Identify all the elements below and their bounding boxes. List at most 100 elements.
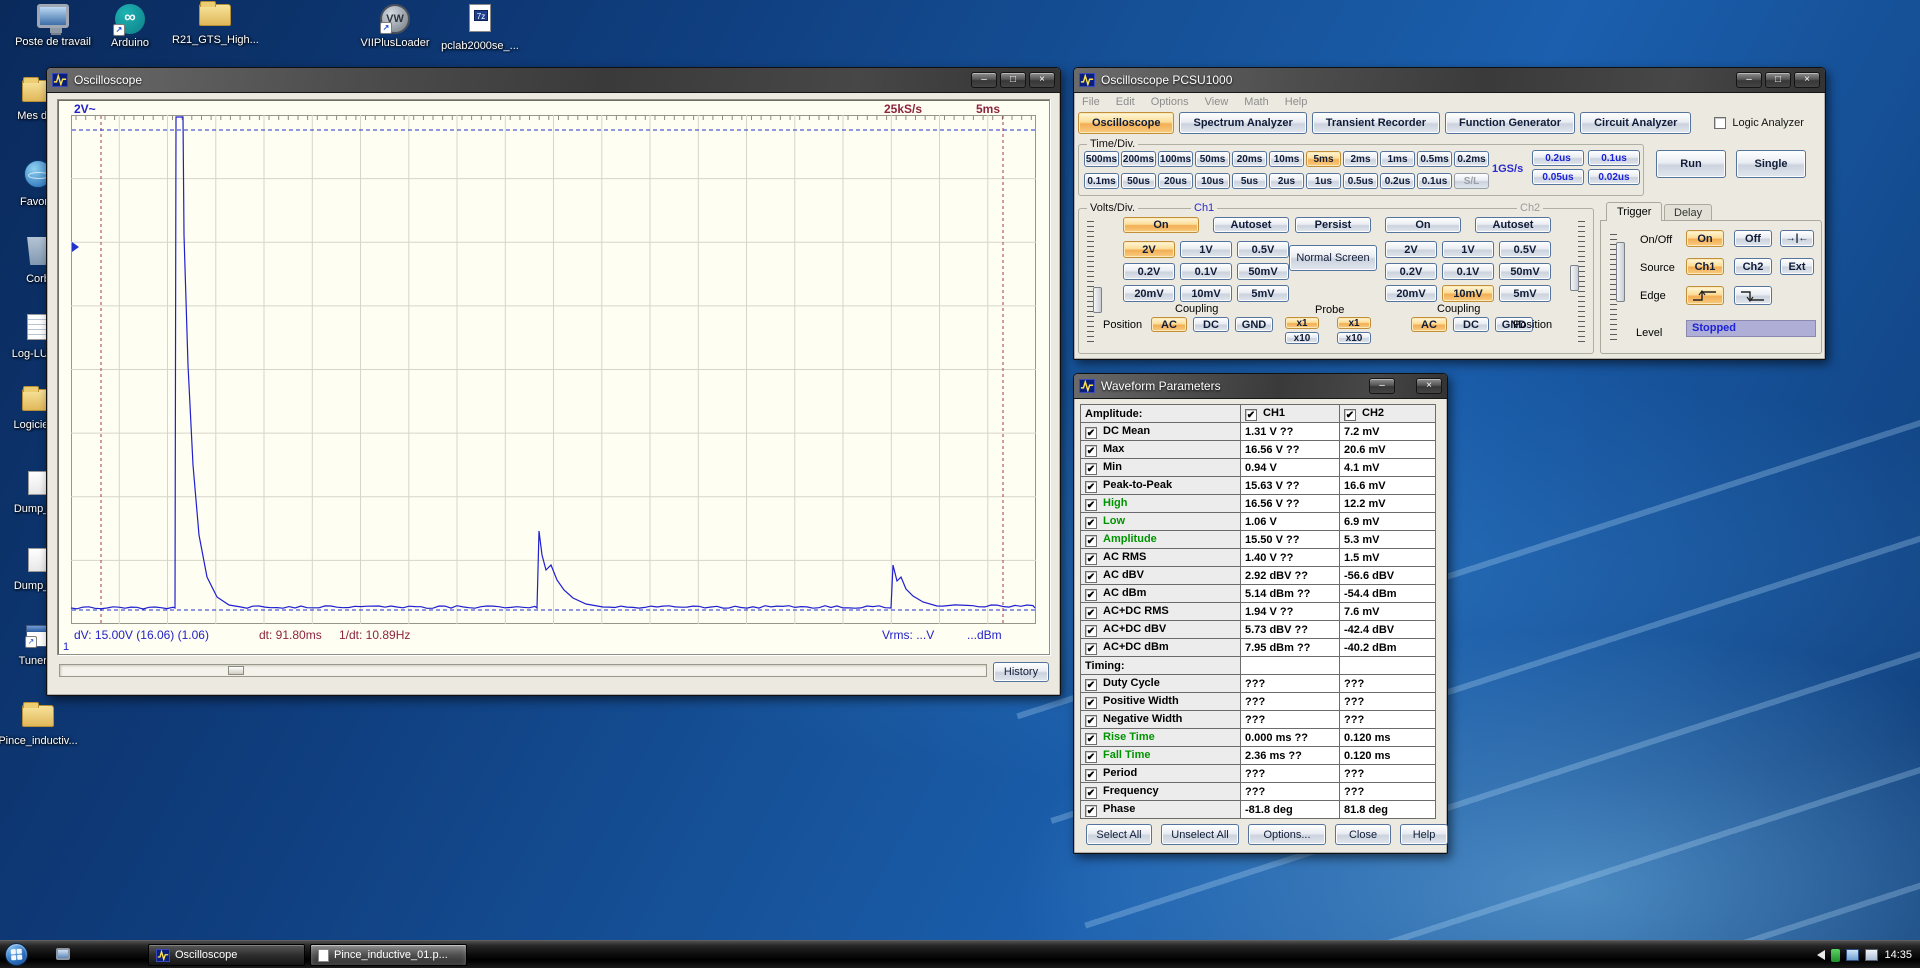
param-checkbox-duty-cycle[interactable]: ✔ bbox=[1085, 679, 1097, 691]
ch1-volts-0-5v-button[interactable]: 0.5V bbox=[1237, 241, 1289, 258]
param-checkbox-fall-time[interactable]: ✔ bbox=[1085, 751, 1097, 763]
timediv-20ms-button[interactable]: 20ms bbox=[1232, 151, 1267, 167]
close-button[interactable]: × bbox=[1794, 72, 1820, 88]
menu-options[interactable]: Options bbox=[1151, 96, 1189, 108]
ch2-position-slider[interactable] bbox=[1578, 217, 1585, 345]
desktop-icon-pclab2000se[interactable]: 7zpclab2000se_... bbox=[437, 4, 523, 53]
unselect-all-button[interactable]: Unselect All bbox=[1161, 824, 1239, 845]
show-desktop-icon[interactable] bbox=[56, 948, 70, 960]
help-button[interactable]: Help bbox=[1400, 824, 1448, 845]
timediv-5us-button[interactable]: 5us bbox=[1232, 173, 1267, 189]
ch2-volts-50mv-button[interactable]: 50mV bbox=[1499, 263, 1551, 280]
param-checkbox-amplitude[interactable]: ✔ bbox=[1085, 535, 1097, 547]
maximize-button[interactable]: □ bbox=[1765, 72, 1791, 88]
ch2-column-checkbox[interactable]: ✔ bbox=[1344, 409, 1356, 421]
timediv-10ms-button[interactable]: 10ms bbox=[1269, 151, 1304, 167]
ch1-on-button[interactable]: On bbox=[1123, 217, 1199, 233]
timediv-0-1us-button[interactable]: 0.1us bbox=[1417, 173, 1452, 189]
trigger-auto-button[interactable]: →|← bbox=[1780, 230, 1814, 247]
param-checkbox-ac-dc-dbv[interactable]: ✔ bbox=[1085, 625, 1097, 637]
ch2-volts-2v-button[interactable]: 2V bbox=[1385, 241, 1437, 258]
desktop-icon-viiplusloader[interactable]: VWVIIPlusLoader bbox=[352, 4, 438, 50]
timediv-0-02us-button[interactable]: 0.02us bbox=[1588, 169, 1640, 185]
ch1-autoset-button[interactable]: Autoset bbox=[1213, 217, 1289, 233]
taskbar-task-pince-inductive-01-p[interactable]: Pince_inductive_01.p... bbox=[310, 944, 467, 966]
tab-function-generator[interactable]: Function Generator bbox=[1445, 112, 1575, 134]
timediv-20us-button[interactable]: 20us bbox=[1158, 173, 1193, 189]
network-icon[interactable] bbox=[1846, 949, 1859, 961]
desktop-icon-pince-inductiv[interactable]: Pince_inductiv... bbox=[0, 705, 81, 748]
minimize-button[interactable]: – bbox=[1369, 378, 1395, 394]
timediv-0-2ms-button[interactable]: 0.2ms bbox=[1454, 151, 1489, 167]
oscilloscope-titlebar[interactable]: Oscilloscope – □ × bbox=[47, 68, 1060, 93]
ch2-volts-0-1v-button[interactable]: 0.1V bbox=[1442, 263, 1494, 280]
history-button[interactable]: History bbox=[993, 662, 1049, 682]
ch1-volts-0-2v-button[interactable]: 0.2V bbox=[1123, 263, 1175, 280]
ch1-volts-10mv-button[interactable]: 10mV bbox=[1180, 285, 1232, 302]
timediv-50ms-button[interactable]: 50ms bbox=[1195, 151, 1230, 167]
ch1-position-handle[interactable] bbox=[1093, 287, 1102, 313]
ch2-volts-0-2v-button[interactable]: 0.2V bbox=[1385, 263, 1437, 280]
ch2-probe-x1-button[interactable]: x1 bbox=[1337, 317, 1371, 329]
timediv-10us-button[interactable]: 10us bbox=[1195, 173, 1230, 189]
options-button[interactable]: Options... bbox=[1248, 824, 1326, 845]
ch1-coupling-dc-button[interactable]: DC bbox=[1193, 317, 1229, 332]
ch1-coupling-gnd-button[interactable]: GND bbox=[1235, 317, 1273, 332]
ch2-volts-1v-button[interactable]: 1V bbox=[1442, 241, 1494, 258]
ch2-position-handle[interactable] bbox=[1570, 265, 1579, 291]
timediv-50us-button[interactable]: 50us bbox=[1121, 173, 1156, 189]
ch1-probe-x10-button[interactable]: x10 bbox=[1285, 332, 1319, 344]
close-button-footer[interactable]: Close bbox=[1335, 824, 1391, 845]
param-checkbox-high[interactable]: ✔ bbox=[1085, 499, 1097, 511]
param-checkbox-dc-mean[interactable]: ✔ bbox=[1085, 427, 1097, 439]
timediv-5ms-button[interactable]: 5ms bbox=[1306, 151, 1341, 167]
ch1-probe-x1-button[interactable]: x1 bbox=[1285, 317, 1319, 329]
logic-analyzer-option[interactable]: Logic Analyzer bbox=[1714, 117, 1804, 129]
maximize-button[interactable]: □ bbox=[1000, 72, 1026, 88]
timediv-0-5us-button[interactable]: 0.5us bbox=[1343, 173, 1378, 189]
tab-oscilloscope[interactable]: Oscilloscope bbox=[1078, 112, 1174, 134]
ch2-coupling-ac-button[interactable]: AC bbox=[1411, 317, 1447, 332]
trigger-source-ch1-button[interactable]: Ch1 bbox=[1686, 258, 1724, 275]
tab-spectrum-analyzer[interactable]: Spectrum Analyzer bbox=[1179, 112, 1306, 134]
ch1-volts-50mv-button[interactable]: 50mV bbox=[1237, 263, 1289, 280]
ch2-volts-20mv-button[interactable]: 20mV bbox=[1385, 285, 1437, 302]
select-all-button[interactable]: Select All bbox=[1086, 824, 1152, 845]
trigger-on-button[interactable]: On bbox=[1686, 230, 1724, 247]
param-checkbox-ac-dbm[interactable]: ✔ bbox=[1085, 589, 1097, 601]
ch2-volts-0-5v-button[interactable]: 0.5V bbox=[1499, 241, 1551, 258]
param-checkbox-ac-dc-rms[interactable]: ✔ bbox=[1085, 607, 1097, 619]
ch2-autoset-button[interactable]: Autoset bbox=[1475, 217, 1551, 233]
pcsu1000-titlebar[interactable]: Oscilloscope PCSU1000 – □ × bbox=[1074, 68, 1825, 93]
ch2-volts-10mv-button[interactable]: 10mV bbox=[1442, 285, 1494, 302]
param-checkbox-positive-width[interactable]: ✔ bbox=[1085, 697, 1097, 709]
close-button[interactable]: × bbox=[1416, 378, 1442, 394]
desktop-icon-poste-de-travail[interactable]: Poste de travail bbox=[10, 4, 96, 49]
param-checkbox-ac-rms[interactable]: ✔ bbox=[1085, 553, 1097, 565]
ch2-on-button[interactable]: On bbox=[1385, 217, 1461, 233]
persist-button[interactable]: Persist bbox=[1295, 217, 1371, 233]
timediv-2ms-button[interactable]: 2ms bbox=[1343, 151, 1378, 167]
param-checkbox-peak-to-peak[interactable]: ✔ bbox=[1085, 481, 1097, 493]
param-checkbox-period[interactable]: ✔ bbox=[1085, 769, 1097, 781]
timediv-500ms-button[interactable]: 500ms bbox=[1084, 151, 1119, 167]
display-icon[interactable] bbox=[1865, 949, 1878, 961]
waveform-parameters-titlebar[interactable]: Waveform Parameters – × bbox=[1074, 374, 1447, 399]
tab-circuit-analyzer[interactable]: Circuit Analyzer bbox=[1580, 112, 1691, 134]
ch1-coupling-ac-button[interactable]: AC bbox=[1151, 317, 1187, 332]
menu-math[interactable]: Math bbox=[1244, 96, 1268, 108]
status-icon[interactable] bbox=[1831, 949, 1840, 962]
timediv-200ms-button[interactable]: 200ms bbox=[1121, 151, 1156, 167]
single-button[interactable]: Single bbox=[1736, 150, 1806, 178]
ch1-volts-1v-button[interactable]: 1V bbox=[1180, 241, 1232, 258]
menu-view[interactable]: View bbox=[1205, 96, 1229, 108]
timediv-0-05us-button[interactable]: 0.05us bbox=[1532, 169, 1584, 185]
ch2-probe-x10-button[interactable]: x10 bbox=[1337, 332, 1371, 344]
normal-screen-button[interactable]: Normal Screen bbox=[1289, 245, 1377, 271]
desktop-icon-r21-gts-high[interactable]: R21_GTS_High... bbox=[172, 4, 258, 47]
ch2-volts-5mv-button[interactable]: 5mV bbox=[1499, 285, 1551, 302]
desktop-icon-arduino[interactable]: ∞Arduino bbox=[87, 4, 173, 50]
ch1-volts-2v-button[interactable]: 2V bbox=[1123, 241, 1175, 258]
timediv-0-1ms-button[interactable]: 0.1ms bbox=[1084, 173, 1119, 189]
param-checkbox-phase[interactable]: ✔ bbox=[1085, 805, 1097, 817]
